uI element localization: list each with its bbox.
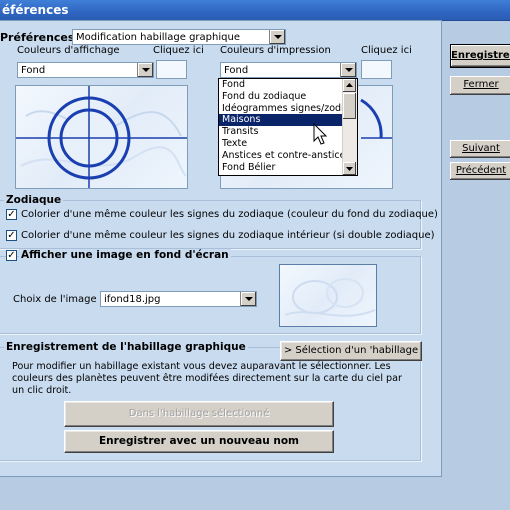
close-button-label: Fermer bbox=[463, 79, 499, 90]
display-color-swatch[interactable] bbox=[156, 60, 187, 79]
previous-button[interactable]: Précédent bbox=[450, 162, 510, 180]
window-title: éférences bbox=[2, 3, 69, 17]
background-image-thumbnail bbox=[284, 278, 376, 317]
display-color-value: Fond bbox=[21, 65, 46, 76]
previous-button-label: Précédent bbox=[455, 165, 507, 176]
title-bar: éférences bbox=[0, 0, 510, 21]
chevron-down-icon bbox=[346, 167, 353, 171]
save-theme-description: Pour modifier un habillage existant vous… bbox=[12, 361, 402, 396]
close-button[interactable]: Fermer bbox=[450, 76, 510, 95]
next-button[interactable]: Suivant bbox=[450, 140, 510, 158]
save-button[interactable]: Enregistrer bbox=[450, 44, 510, 68]
scroll-down-button[interactable] bbox=[343, 162, 356, 175]
display-click-label: Cliquez ici bbox=[153, 45, 204, 56]
image-file-value: ifond18.jpg bbox=[104, 294, 161, 305]
list-item[interactable]: Anstices et contre-anstices bbox=[219, 150, 342, 162]
zodiac-preview-graphic bbox=[16, 86, 187, 188]
save-as-new-theme-button[interactable]: Enregistrer avec un nouveau nom bbox=[64, 430, 334, 453]
zodiac-same-color-label: Colorier d'une même couleur les signes d… bbox=[21, 209, 438, 220]
image-choice-label: Choix de l'image bbox=[13, 294, 97, 305]
chevron-down-icon[interactable] bbox=[340, 63, 356, 77]
background-image-checkbox[interactable]: ✓ bbox=[6, 250, 17, 261]
zodiac-group-title: Zodiaque bbox=[4, 194, 64, 206]
zodiac-preview bbox=[15, 85, 188, 189]
list-item[interactable]: Fond du zodiaque bbox=[219, 91, 342, 103]
print-color-select[interactable]: Fond bbox=[220, 62, 357, 78]
list-item[interactable]: Fond bbox=[219, 79, 342, 91]
chevron-down-icon[interactable] bbox=[269, 30, 285, 44]
print-color-dropdown-list[interactable]: Fond Fond du zodiaque Idéogrammes signes… bbox=[218, 78, 358, 176]
chevron-down-icon[interactable] bbox=[137, 63, 153, 77]
scroll-up-button[interactable] bbox=[343, 79, 356, 92]
select-theme-button[interactable]: > Sélection d'un 'habillage bbox=[280, 341, 422, 361]
print-color-swatch[interactable] bbox=[361, 60, 392, 79]
zodiac-same-color-checkbox[interactable]: ✓ bbox=[6, 209, 17, 220]
print-color-value: Fond bbox=[224, 65, 249, 76]
image-file-select[interactable]: ifond18.jpg bbox=[100, 291, 257, 307]
inner-zodiac-same-color-checkbox[interactable]: ✓ bbox=[6, 230, 17, 241]
mouse-cursor-icon bbox=[313, 123, 328, 145]
preferences-select-value: Modification habillage graphique bbox=[76, 32, 240, 43]
preferences-select[interactable]: Modification habillage graphique bbox=[72, 29, 286, 45]
next-button-label: Suivant bbox=[462, 143, 500, 154]
save-theme-title: Enregistrement de l'habillage graphique bbox=[4, 341, 248, 353]
list-item[interactable]: Idéogrammes signes/zodiac bbox=[219, 103, 342, 115]
chevron-up-icon bbox=[346, 83, 353, 87]
chevron-down-icon[interactable] bbox=[240, 292, 256, 306]
preferences-label: Préférences : bbox=[0, 31, 83, 44]
print-click-label: Cliquez ici bbox=[361, 45, 412, 56]
list-item[interactable]: Fond Bélier bbox=[219, 162, 342, 174]
display-colors-label: Couleurs d'affichage bbox=[17, 45, 120, 56]
zodiac-group bbox=[0, 200, 421, 249]
list-scrollbar[interactable] bbox=[342, 79, 357, 175]
save-button-label: Enregistrer bbox=[451, 50, 510, 61]
save-in-selected-theme-button[interactable]: Dans l'habillage sélectionné bbox=[64, 401, 334, 427]
display-color-select[interactable]: Fond bbox=[17, 62, 154, 78]
background-image-title[interactable]: Afficher une image en fond d'écran bbox=[19, 249, 231, 261]
inner-zodiac-same-color-label: Colorier d'une même couleur les signes d… bbox=[21, 230, 435, 241]
scroll-thumb[interactable] bbox=[343, 93, 356, 119]
background-image-preview bbox=[279, 264, 377, 327]
print-colors-label: Couleurs d'impression bbox=[220, 45, 331, 56]
